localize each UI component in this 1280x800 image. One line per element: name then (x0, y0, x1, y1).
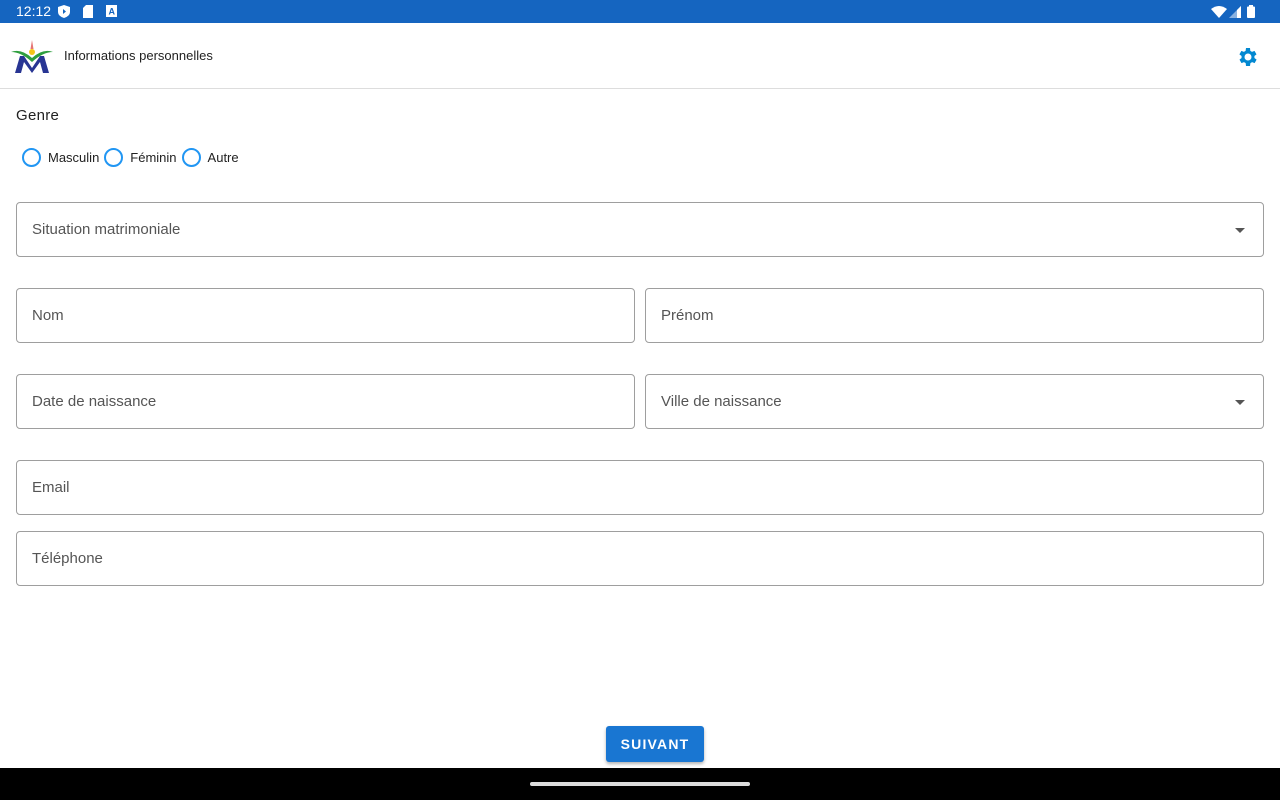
app-logo (11, 40, 53, 73)
field-label: Nom (32, 307, 64, 324)
page-title: Informations personnelles (64, 48, 213, 63)
radio-label: Masculin (48, 150, 100, 165)
nom-input[interactable]: Nom (16, 288, 635, 343)
wifi-icon (1211, 6, 1227, 18)
app-bar: Informations personnelles (0, 23, 1280, 89)
status-bar: 12:12 A (0, 0, 1280, 23)
battery-icon (1247, 5, 1255, 18)
font-a-icon: A (106, 5, 117, 17)
home-gesture-handle[interactable] (530, 782, 750, 786)
gear-icon[interactable] (1236, 45, 1260, 69)
shield-icon (58, 5, 70, 18)
navigation-bar (0, 768, 1280, 800)
radio-feminin[interactable]: Féminin (104, 148, 177, 167)
dropdown-arrow-icon (1235, 400, 1245, 405)
field-label: Email (32, 479, 70, 496)
genre-label: Genre (16, 107, 60, 124)
telephone-input[interactable]: Téléphone (16, 531, 1264, 586)
field-label: Ville de naissance (661, 393, 782, 410)
radio-circle[interactable] (181, 148, 201, 167)
dropdown-arrow-icon (1235, 228, 1245, 233)
radio-circle[interactable] (104, 148, 124, 167)
radio-masculin[interactable]: Masculin (22, 148, 99, 167)
date-naissance-input[interactable]: Date de naissance (16, 374, 635, 429)
field-label: Téléphone (32, 550, 103, 567)
radio-circle[interactable] (22, 148, 41, 167)
situation-matrimoniale-select[interactable]: Situation matrimoniale (16, 202, 1264, 257)
radio-label: Féminin (130, 150, 177, 165)
prenom-input[interactable]: Prénom (645, 288, 1264, 343)
svg-text:A: A (109, 7, 116, 17)
email-input[interactable]: Email (16, 460, 1264, 515)
field-label: Situation matrimoniale (32, 221, 181, 238)
signal-icon (1229, 6, 1241, 18)
radio-label: Autre (207, 150, 239, 165)
status-time: 12:12 (16, 3, 52, 19)
ville-naissance-select[interactable]: Ville de naissance (645, 374, 1264, 429)
field-label: Date de naissance (32, 393, 157, 410)
genre-radio-group: Masculin Féminin Autre (22, 148, 244, 167)
sd-card-icon (83, 5, 93, 18)
radio-autre[interactable]: Autre (181, 148, 239, 167)
field-label: Prénom (661, 307, 714, 324)
next-button[interactable]: SUIVANT (606, 726, 704, 762)
